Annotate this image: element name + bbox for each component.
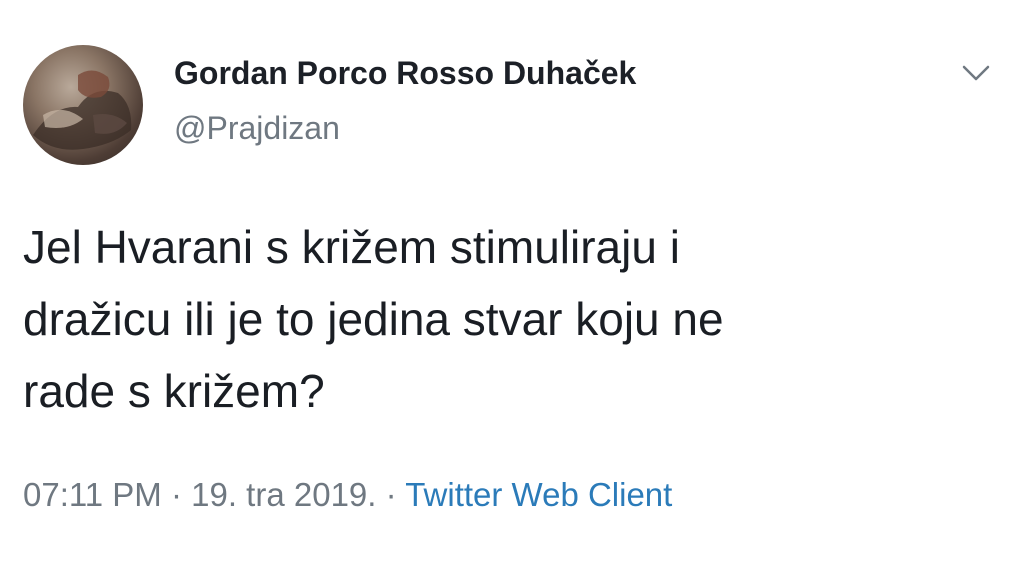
tweet-time[interactable]: 07:11 PM	[23, 476, 162, 513]
avatar[interactable]	[23, 45, 143, 165]
tweet-text-line: dražicu ili je to jedina stvar koju ne	[23, 293, 724, 345]
meta-separator: ·	[376, 476, 406, 513]
tweet-date[interactable]: 19. tra 2019.	[191, 476, 376, 513]
tweet-card: Gordan Porco Rosso Duhaček @Prajdizan Je…	[0, 0, 1024, 561]
tweet-text-line: rade s križem?	[23, 365, 325, 417]
author-display-name[interactable]: Gordan Porco Rosso Duhaček	[174, 55, 636, 92]
tweet-meta: 07:11 PM · 19. tra 2019. · Twitter Web C…	[23, 476, 672, 514]
tweet-source-link[interactable]: Twitter Web Client	[405, 476, 672, 513]
author-handle[interactable]: @Prajdizan	[174, 110, 340, 147]
tweet-text: Jel Hvarani s križem stimuliraju i draži…	[23, 211, 983, 427]
meta-separator: ·	[161, 476, 192, 513]
tweet-text-line: Jel Hvarani s križem stimuliraju i	[23, 221, 680, 273]
chevron-down-icon[interactable]	[958, 60, 994, 86]
